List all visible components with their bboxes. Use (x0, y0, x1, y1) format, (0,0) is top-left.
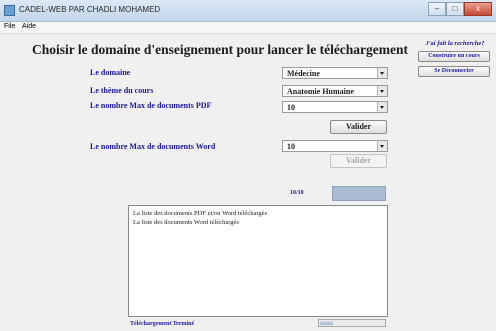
chevron-down-icon[interactable] (377, 141, 387, 151)
menu-help[interactable]: Aide (22, 23, 36, 30)
theme-label: Le thème du cours (90, 86, 154, 95)
domain-label: Le domaine (90, 68, 131, 77)
word-max-value: 10 (287, 142, 295, 151)
minimize-button[interactable]: – (428, 2, 446, 16)
progress-fill (320, 321, 333, 325)
window-title: CADEL-WEB PAR CHADLI MOHAMED (19, 5, 161, 14)
chevron-down-icon[interactable] (377, 102, 387, 112)
validate-pdf-button[interactable]: Valider (330, 120, 387, 134)
word-max-select[interactable]: 10 (282, 140, 388, 152)
build-course-button[interactable]: Construire un cours (418, 51, 490, 62)
maximize-button[interactable]: □ (446, 2, 464, 16)
download-counter: 10/10 (290, 190, 304, 196)
download-progress-bar (318, 319, 386, 327)
window-controls: – □ x (428, 2, 492, 17)
status-text: Téléchargement Terminé (130, 321, 195, 327)
domain-select[interactable]: Médecine (282, 67, 388, 79)
theme-select[interactable]: Anatomie Humaine (282, 85, 388, 97)
pdf-max-value: 10 (287, 103, 295, 112)
app-icon (4, 5, 15, 16)
page-heading: Choisir le domaine d'enseignement pour l… (31, 42, 409, 57)
pdf-max-select[interactable]: 10 (282, 101, 388, 113)
validate-word-button[interactable]: Valider (330, 154, 387, 168)
download-log-list[interactable]: La liste des documents PDF et/ou Word té… (128, 205, 388, 317)
list-item: La liste des documents PDF et/ou Word té… (133, 210, 268, 217)
menu-bar: File Aide (0, 22, 496, 34)
logout-button[interactable]: Se Déconnecter (418, 66, 490, 77)
word-max-label: Le nombre Max de documents Word (90, 142, 216, 151)
pdf-max-label: Le nombre Max de documents PDF (90, 101, 212, 110)
close-button[interactable]: x (464, 2, 492, 16)
chevron-down-icon[interactable] (377, 86, 387, 96)
list-item: La liste des documents Word téléchargés (133, 219, 239, 226)
progress-indicator-box (332, 186, 386, 201)
search-done-link[interactable]: J'ai fait la recherche? (416, 40, 494, 47)
chevron-down-icon[interactable] (377, 68, 387, 78)
menu-file[interactable]: File (4, 23, 15, 30)
title-bar: CADEL-WEB PAR CHADLI MOHAMED – □ x (0, 0, 496, 22)
theme-value: Anatomie Humaine (287, 87, 354, 96)
domain-value: Médecine (287, 69, 320, 78)
